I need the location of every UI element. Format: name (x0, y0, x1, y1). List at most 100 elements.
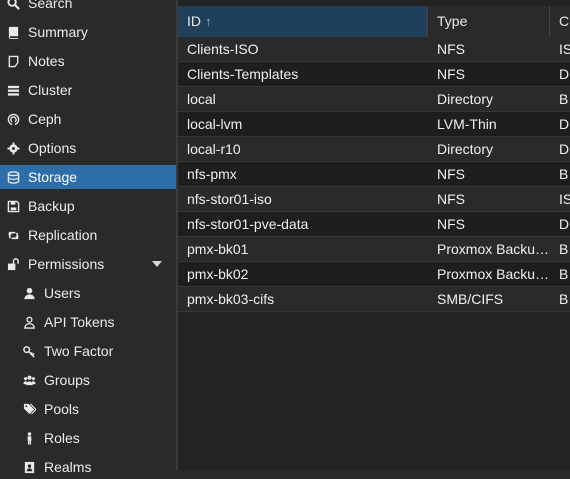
cell-id: nfs-pmx (187, 166, 237, 182)
table-row[interactable]: pmx-bk01 Proxmox Backu… B (178, 237, 570, 262)
tags-icon (22, 402, 36, 416)
table-row[interactable]: local-r10 Directory D (178, 137, 570, 162)
sidebar-item-two-factor[interactable]: Two Factor (0, 339, 176, 363)
sidebar-item-cluster[interactable]: Cluster (0, 78, 176, 102)
sidebar-item-label: Two Factor (44, 343, 114, 359)
caret-down-icon[interactable] (152, 261, 162, 267)
sidebar-item-label: Ceph (28, 111, 62, 127)
cell-content: IS (559, 41, 570, 57)
sidebar-item-users[interactable]: Users (0, 281, 176, 305)
users-icon (22, 373, 36, 387)
table-row[interactable]: nfs-stor01-pve-data NFS D (178, 212, 570, 237)
cell-type: LVM-Thin (437, 116, 497, 132)
search-icon (6, 0, 20, 10)
sidebar-item-storage[interactable]: Storage (0, 165, 176, 189)
cell-type: NFS (437, 166, 465, 182)
column-header-content[interactable]: C (550, 6, 570, 37)
sidebar-item-label: API Tokens (44, 314, 115, 330)
sort-ascending-icon: ↑ (205, 14, 212, 29)
sidebar-item-label: Cluster (28, 82, 73, 98)
sidebar-item-roles[interactable]: Roles (0, 426, 176, 450)
user-icon (22, 286, 36, 300)
column-header-content-label: C (559, 13, 570, 29)
male-icon (22, 431, 36, 445)
sidebar-item-label: Summary (28, 24, 88, 40)
table-row[interactable]: pmx-bk03-cifs SMB/CIFS B (178, 287, 570, 312)
floppy-icon (6, 199, 20, 213)
sidebar-item-replication[interactable]: Replication (0, 223, 176, 247)
cell-id: pmx-bk01 (187, 241, 249, 257)
storage-grid: ID ↑ Type C Clients-ISO NFS IS Clients-Templ… (178, 0, 570, 470)
address-book-icon (22, 460, 36, 474)
retweet-icon (6, 228, 20, 242)
cell-type: NFS (437, 216, 465, 232)
cell-content: D (559, 141, 570, 157)
sidebar-item-label: Options (28, 140, 77, 156)
cell-content: B (559, 166, 569, 182)
server-icon (6, 83, 20, 97)
sidebar-item-api-tokens[interactable]: API Tokens (0, 310, 176, 334)
cell-id: local (187, 91, 216, 107)
sidebar-item-label: Groups (44, 372, 90, 388)
cell-type: Proxmox Backu… (437, 241, 550, 257)
column-header-id-label: ID (187, 13, 201, 29)
sidebar-item-pools[interactable]: Pools (0, 397, 176, 421)
cell-content: B (559, 91, 569, 107)
database-icon (6, 170, 20, 184)
cell-content: B (559, 241, 569, 257)
sidebar-item-label: Search (28, 0, 73, 11)
cell-id: nfs-stor01-iso (187, 191, 272, 207)
cell-id: Clients-Templates (187, 66, 299, 82)
sidebar-item-label: Notes (28, 53, 65, 69)
cell-type: Directory (437, 141, 494, 157)
sidebar-item-label: Backup (28, 198, 75, 214)
cell-type: Directory (437, 91, 494, 107)
sidebar-item-summary[interactable]: Summary (0, 20, 176, 44)
sidebar-item-options[interactable]: Options (0, 136, 176, 160)
cell-content: D (559, 66, 570, 82)
table-row[interactable]: local-lvm LVM-Thin D (178, 112, 570, 137)
sidebar: Search Summary Notes Cluster Ceph Options Stor… (0, 0, 176, 475)
grid-header: ID ↑ Type C (178, 6, 570, 38)
cell-id: Clients-ISO (187, 41, 259, 57)
sidebar-item-label: Replication (28, 227, 98, 243)
cell-content: B (559, 291, 569, 307)
column-header-type[interactable]: Type (428, 6, 550, 37)
sidebar-item-groups[interactable]: Groups (0, 368, 176, 392)
table-row[interactable]: nfs-pmx NFS B (178, 162, 570, 187)
table-row[interactable]: Clients-Templates NFS D (178, 62, 570, 87)
table-row[interactable]: Clients-ISO NFS IS (178, 37, 570, 62)
sidebar-item-realms[interactable]: Realms (0, 455, 176, 479)
user-outline-icon (22, 315, 36, 329)
sidebar-item-label: Storage (28, 169, 78, 185)
cell-type: SMB/CIFS (437, 291, 504, 307)
sidebar-item-label: Pools (44, 401, 80, 417)
table-row[interactable]: pmx-bk02 Proxmox Backu… B (178, 262, 570, 287)
cell-type: Proxmox Backu… (437, 266, 550, 282)
gear-icon (6, 141, 20, 155)
cell-type: NFS (437, 191, 465, 207)
table-row[interactable]: nfs-stor01-iso NFS IS (178, 187, 570, 212)
sidebar-item-notes[interactable]: Notes (0, 49, 176, 73)
sidebar-item-label: Realms (44, 459, 92, 475)
cell-id: local-r10 (187, 141, 241, 157)
cell-type: NFS (437, 66, 465, 82)
column-header-type-label: Type (437, 13, 468, 29)
cell-content: D (559, 116, 570, 132)
sidebar-item-label: Permissions (28, 256, 105, 272)
table-row[interactable]: local Directory B (178, 87, 570, 112)
sidebar-item-search[interactable]: Search (0, 0, 176, 15)
book-icon (6, 25, 20, 39)
cell-content: D (559, 216, 570, 232)
ceph-icon (6, 112, 20, 126)
sidebar-item-backup[interactable]: Backup (0, 194, 176, 218)
cell-content: IS (559, 191, 570, 207)
sidebar-item-label: Users (44, 285, 81, 301)
key-icon (22, 344, 36, 358)
sidebar-item-permissions[interactable]: Permissions (0, 252, 176, 276)
cell-type: NFS (437, 41, 465, 57)
unlock-icon (6, 257, 20, 271)
cell-id: pmx-bk03-cifs (187, 291, 275, 307)
column-header-id[interactable]: ID ↑ (178, 6, 428, 37)
sidebar-item-ceph[interactable]: Ceph (0, 107, 176, 131)
